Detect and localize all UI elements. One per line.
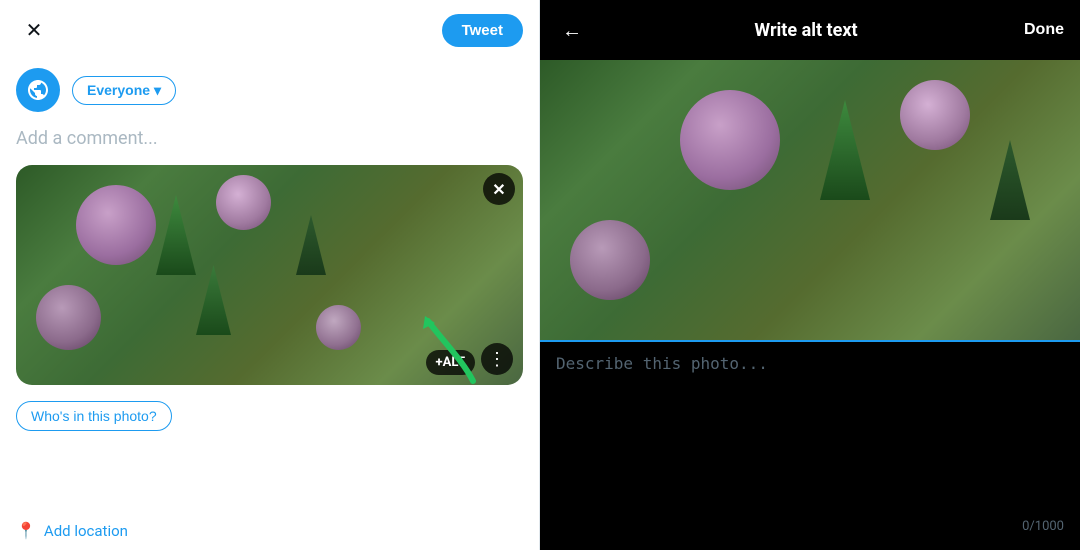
comment-placeholder[interactable]: Add a comment... (0, 120, 539, 157)
succulent-decoration (216, 175, 271, 230)
add-location-label: Add location (44, 522, 128, 540)
left-header: ✕ Tweet (0, 0, 539, 60)
plant-decoration (296, 215, 326, 275)
right-header: ← Write alt text Done (540, 0, 1080, 60)
alt-text-input[interactable] (556, 354, 1064, 414)
avatar-icon (26, 78, 50, 102)
audience-label: Everyone (87, 82, 150, 98)
who-is-in-photo-button[interactable]: Who's in this photo? (16, 401, 172, 431)
right-panel: ← Write alt text Done 0/1000 (540, 0, 1080, 550)
remove-image-button[interactable]: ✕ (483, 173, 515, 205)
more-options-button[interactable]: ⋮ (481, 343, 513, 375)
succulent-decoration (36, 285, 101, 350)
close-button[interactable]: ✕ (16, 12, 52, 48)
succulent-decoration (900, 80, 970, 150)
tweet-image-container: ✕ +ALT ⋮ (16, 165, 523, 385)
plant-decoration (820, 100, 870, 200)
tweet-button[interactable]: Tweet (442, 14, 523, 47)
add-location-button[interactable]: 📍 Add location (0, 511, 539, 550)
location-icon: 📍 (16, 521, 36, 540)
alt-text-section: 0/1000 (540, 340, 1080, 550)
done-button[interactable]: Done (1024, 21, 1064, 39)
succulent-decoration (316, 305, 361, 350)
succulent-decoration (570, 220, 650, 300)
avatar (16, 68, 60, 112)
user-row: Everyone ▾ (0, 60, 539, 120)
back-button[interactable]: ← (556, 14, 588, 46)
character-count: 0/1000 (556, 515, 1064, 538)
audience-button[interactable]: Everyone ▾ (72, 76, 176, 105)
panel-title: Write alt text (754, 20, 857, 41)
succulent-decoration (76, 185, 156, 265)
succulent-decoration (680, 90, 780, 190)
plant-decoration (156, 195, 196, 275)
alt-text-input-wrapper (556, 354, 1064, 515)
plant-decoration (196, 265, 231, 335)
add-alt-text-button[interactable]: +ALT (426, 350, 475, 375)
preview-image (540, 60, 1080, 340)
plant-decoration (990, 140, 1030, 220)
left-panel: ✕ Tweet Everyone ▾ Add a comment... ✕ +A… (0, 0, 540, 550)
chevron-down-icon: ▾ (154, 82, 161, 99)
